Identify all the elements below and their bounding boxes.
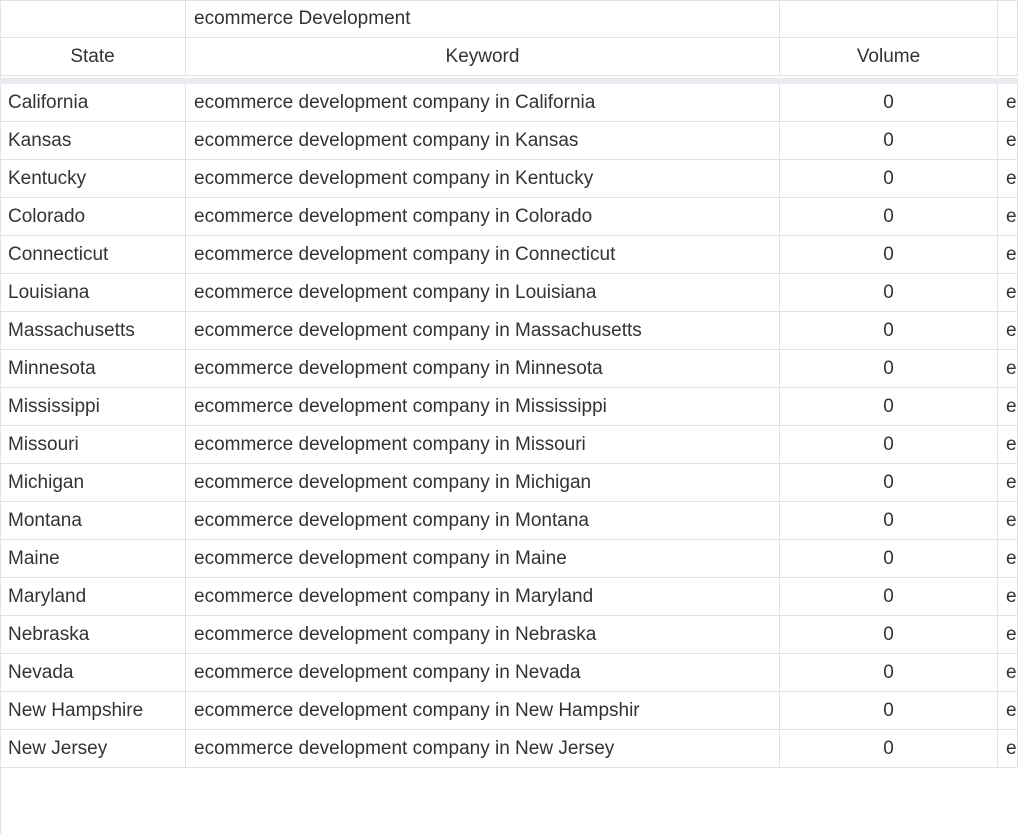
table-row-trailing[interactable]: e xyxy=(998,122,1018,160)
cell-trailing-title[interactable] xyxy=(998,0,1018,38)
table-row-keyword[interactable]: ecommerce development company in Missour… xyxy=(186,426,780,464)
table-row-state[interactable]: Michigan xyxy=(0,464,186,502)
table-row-trailing[interactable]: e xyxy=(998,730,1018,768)
table-row-keyword[interactable]: ecommerce development company in Michiga… xyxy=(186,464,780,502)
table-row-keyword[interactable]: ecommerce development company in Connect… xyxy=(186,236,780,274)
table-row-trailing[interactable]: e xyxy=(998,160,1018,198)
table-row-state[interactable]: New Hampshire xyxy=(0,692,186,730)
table-row-state[interactable]: Montana xyxy=(0,502,186,540)
table-row-keyword[interactable]: ecommerce development company in Kentuck… xyxy=(186,160,780,198)
table-row-state[interactable]: California xyxy=(0,84,186,122)
frozen-row-separator xyxy=(0,78,1018,84)
table-row-keyword[interactable]: ecommerce development company in Kansas xyxy=(186,122,780,160)
table-row-keyword[interactable]: ecommerce development company in Minneso… xyxy=(186,350,780,388)
table-row-trailing[interactable]: e xyxy=(998,578,1018,616)
table-row-state[interactable]: Nebraska xyxy=(0,616,186,654)
table-row-volume[interactable]: 0 xyxy=(780,274,998,312)
table-row-keyword[interactable]: ecommerce development company in Maine xyxy=(186,540,780,578)
table-row-trailing[interactable]: e xyxy=(998,388,1018,426)
table-row-trailing[interactable]: e xyxy=(998,540,1018,578)
table-row-volume[interactable]: 0 xyxy=(780,198,998,236)
table-row-trailing[interactable]: e xyxy=(998,274,1018,312)
cell-empty-title-volume[interactable] xyxy=(780,0,998,38)
table-row-state[interactable]: Mississippi xyxy=(0,388,186,426)
table-row-volume[interactable]: 0 xyxy=(780,464,998,502)
table-row-state[interactable]: Maine xyxy=(0,540,186,578)
table-row-volume[interactable]: 0 xyxy=(780,388,998,426)
table-row-trailing[interactable]: e xyxy=(998,502,1018,540)
table-row-trailing[interactable]: e xyxy=(998,616,1018,654)
table-row-volume[interactable]: 0 xyxy=(780,578,998,616)
table-row-state[interactable]: Kentucky xyxy=(0,160,186,198)
table-row-trailing[interactable]: e xyxy=(998,464,1018,502)
table-row-state[interactable]: Minnesota xyxy=(0,350,186,388)
table-row-keyword[interactable]: ecommerce development company in Massach… xyxy=(186,312,780,350)
table-row-state[interactable]: Colorado xyxy=(0,198,186,236)
table-row-keyword[interactable]: ecommerce development company in Mississ… xyxy=(186,388,780,426)
table-row-volume[interactable]: 0 xyxy=(780,730,998,768)
header-state[interactable]: State xyxy=(0,38,186,76)
table-row-trailing[interactable]: e xyxy=(998,84,1018,122)
table-row-state[interactable]: Massachusetts xyxy=(0,312,186,350)
table-row-volume[interactable]: 0 xyxy=(780,312,998,350)
table-row-keyword[interactable]: ecommerce development company in New Ham… xyxy=(186,692,780,730)
header-trailing[interactable] xyxy=(998,38,1018,76)
table-row-state[interactable]: Louisiana xyxy=(0,274,186,312)
table-row-state[interactable]: New Jersey xyxy=(0,730,186,768)
table-row-volume[interactable]: 0 xyxy=(780,540,998,578)
cell-empty-title-state[interactable] xyxy=(0,0,186,38)
table-row-keyword[interactable]: ecommerce development company in Louisia… xyxy=(186,274,780,312)
table-row-volume[interactable]: 0 xyxy=(780,616,998,654)
table-row-volume[interactable]: 0 xyxy=(780,160,998,198)
table-row-state[interactable]: Nevada xyxy=(0,654,186,692)
table-row-trailing[interactable]: e xyxy=(998,236,1018,274)
table-row-trailing[interactable]: e xyxy=(998,312,1018,350)
header-keyword[interactable]: Keyword xyxy=(186,38,780,76)
cell-title[interactable]: ecommerce Development xyxy=(186,0,780,38)
table-row-trailing[interactable]: e xyxy=(998,426,1018,464)
table-row-trailing[interactable]: e xyxy=(998,198,1018,236)
table-row-trailing[interactable]: e xyxy=(998,654,1018,692)
table-row-state[interactable]: Missouri xyxy=(0,426,186,464)
table-row-trailing[interactable]: e xyxy=(998,692,1018,730)
header-volume[interactable]: Volume xyxy=(780,38,998,76)
table-row-state[interactable]: Kansas xyxy=(0,122,186,160)
table-row-keyword[interactable]: ecommerce development company in Marylan… xyxy=(186,578,780,616)
table-row-volume[interactable]: 0 xyxy=(780,426,998,464)
table-row-volume[interactable]: 0 xyxy=(780,350,998,388)
table-row-keyword[interactable]: ecommerce development company in Nebrask… xyxy=(186,616,780,654)
table-row-keyword[interactable]: ecommerce development company in Califor… xyxy=(186,84,780,122)
table-row-keyword[interactable]: ecommerce development company in Nevada xyxy=(186,654,780,692)
table-row-keyword[interactable]: ecommerce development company in New Jer… xyxy=(186,730,780,768)
table-row-volume[interactable]: 0 xyxy=(780,122,998,160)
table-row-volume[interactable]: 0 xyxy=(780,236,998,274)
table-row-state[interactable]: Maryland xyxy=(0,578,186,616)
table-row-volume[interactable]: 0 xyxy=(780,502,998,540)
table-row-volume[interactable]: 0 xyxy=(780,84,998,122)
table-row-volume[interactable]: 0 xyxy=(780,692,998,730)
table-row-state[interactable]: Connecticut xyxy=(0,236,186,274)
table-row-trailing[interactable]: e xyxy=(998,350,1018,388)
table-row-keyword[interactable]: ecommerce development company in Colorad… xyxy=(186,198,780,236)
table-row-volume[interactable]: 0 xyxy=(780,654,998,692)
table-row-keyword[interactable]: ecommerce development company in Montana xyxy=(186,502,780,540)
